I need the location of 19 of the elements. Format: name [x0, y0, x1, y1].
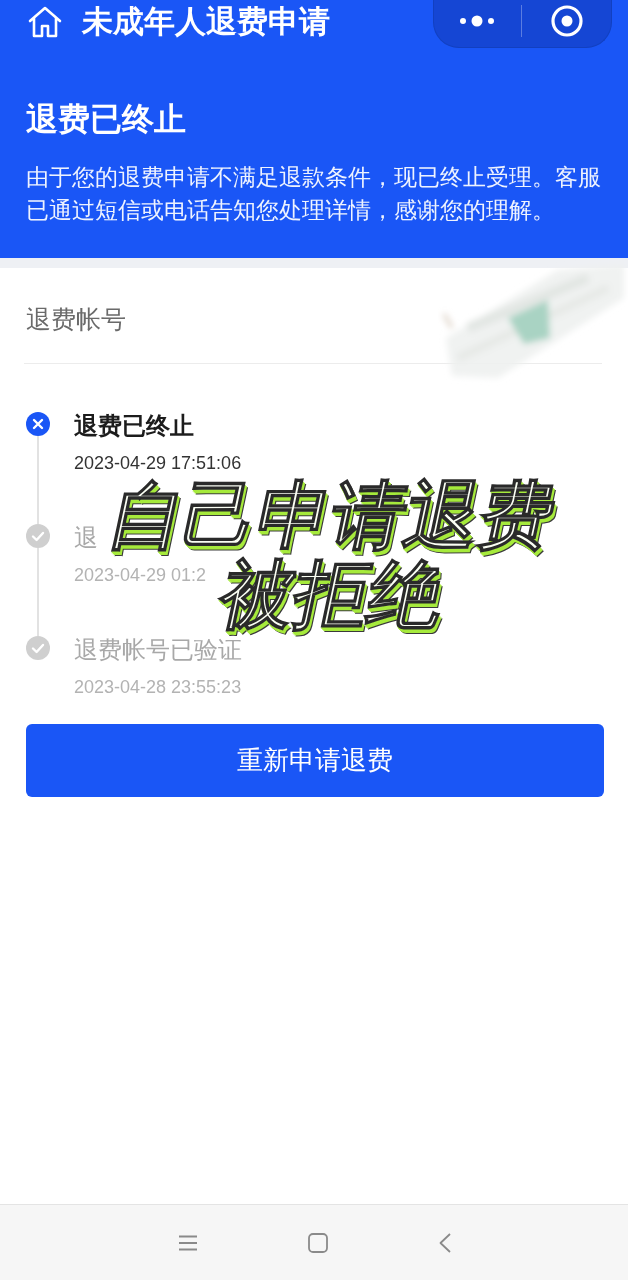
step-time: 2023-04-28 23:55:23 [74, 676, 242, 698]
step-title: 退 [74, 523, 98, 553]
step-title: 退费已终止 [74, 411, 194, 441]
more-icon[interactable] [459, 14, 495, 27]
status-title: 退费已终止 [26, 100, 186, 139]
step-time: 2023-04-29 17:51:06 [74, 452, 242, 474]
status-message: 由于您的退费申请不满足退款条件，现已终止受理。客服已通过短信或电话告知您处理详情，感谢您的理解。 [26, 163, 602, 225]
step-title: 退费帐号已验证 [74, 635, 242, 665]
back-icon[interactable] [439, 1232, 451, 1253]
step-time: 2023-04-29 01:2 [74, 564, 207, 586]
menu-icon[interactable] [179, 1234, 197, 1251]
circle-dot-icon[interactable] [551, 4, 583, 37]
reapply-button[interactable]: 重新申请退费 [26, 724, 604, 797]
caption-text: 被拒绝 [212, 555, 452, 634]
square-icon[interactable] [308, 1232, 328, 1253]
field-label: 退费帐号 [26, 304, 126, 335]
page-title: 未成年人退费申请 [82, 3, 330, 41]
home-icon[interactable] [28, 6, 62, 38]
caption-text: 自己申请退费 [101, 476, 563, 555]
